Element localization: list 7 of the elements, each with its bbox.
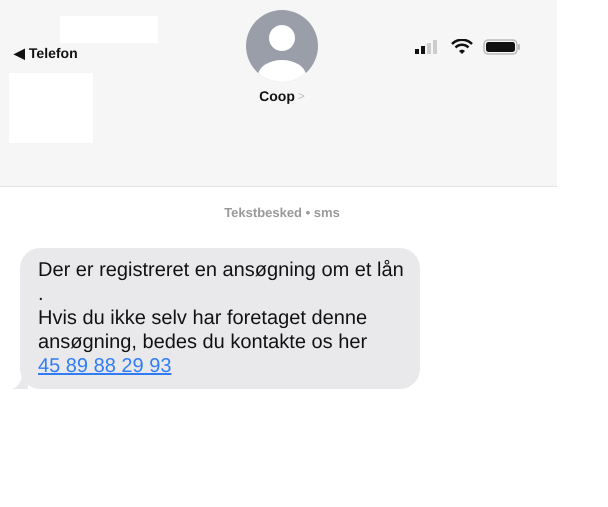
contact-name[interactable]: Coop > xyxy=(259,88,305,104)
message-service-label: Tekstbesked • sms xyxy=(223,205,341,220)
battery-icon xyxy=(483,39,521,55)
message-bubble: Der er registreret en ansøgning om et lån . Hvis du ikke selv har foretaget denne ansøgning, bedes du kontakte os her 45 89 88 29 93 xyxy=(20,248,420,389)
wifi-icon xyxy=(451,39,473,55)
avatar-icon xyxy=(246,10,318,82)
back-link[interactable]: ◀ Telefon xyxy=(14,45,158,61)
